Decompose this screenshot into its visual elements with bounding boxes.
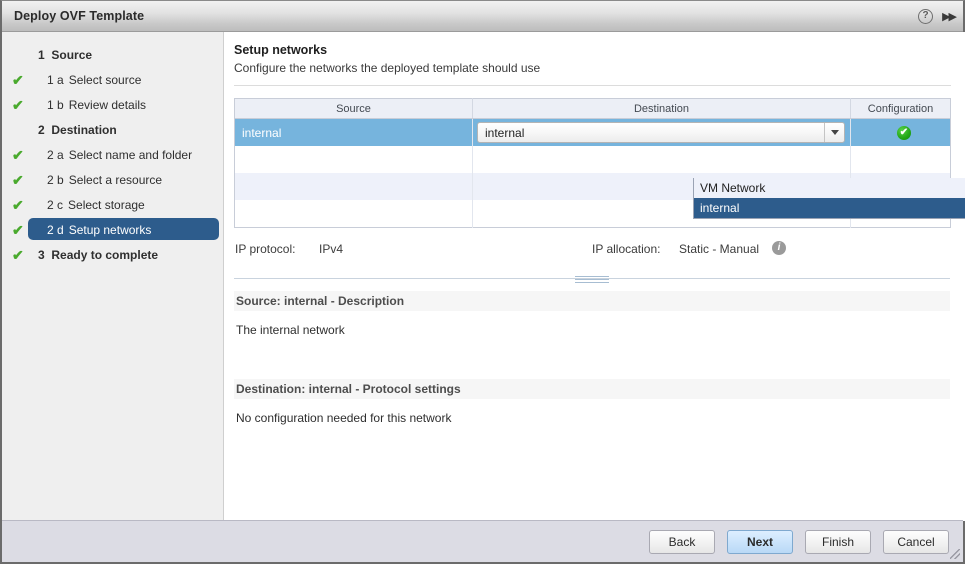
- table-row[interactable]: [234, 146, 951, 173]
- sidebar-item-label: Review details: [68, 97, 147, 112]
- destination-protocol-heading: Destination: internal - Protocol setting…: [234, 379, 950, 399]
- sidebar-item-source[interactable]: 1 Source: [2, 42, 223, 67]
- dialog-body: 1 Source ✔ 1 a Select source ✔ 1 b Review …: [2, 32, 965, 521]
- destination-protocol-body: No configuration needed for this network: [236, 411, 452, 425]
- sidebar-item-review-details[interactable]: ✔ 1 b Review details: [2, 92, 223, 117]
- sidebar-item-label: Source: [51, 47, 93, 62]
- destination-dropdown-list[interactable]: VM Network internal: [693, 178, 965, 219]
- destination-network-dropdown[interactable]: internal: [477, 122, 845, 143]
- sidebar-item-destination[interactable]: 2 Destination: [2, 117, 223, 142]
- step-number: 2: [38, 122, 45, 137]
- step-check-icon: ✔: [12, 146, 24, 163]
- source-description-section: Source: internal - Description The inter…: [234, 291, 951, 337]
- ip-settings-row: IP protocol: IPv4 IP allocation: Static …: [234, 240, 950, 260]
- sidebar-item-ready-to-complete[interactable]: ✔ 3 Ready to complete: [2, 242, 223, 267]
- deploy-ovf-template-dialog: Deploy OVF Template ? ▶▶ 1 Source ✔ 1 a S…: [0, 0, 965, 564]
- ip-allocation-label: IP allocation:: [592, 242, 661, 256]
- column-header-configuration[interactable]: Configuration: [850, 98, 951, 119]
- sidebar-item-label: Select source: [68, 72, 142, 87]
- wizard-steps-sidebar: 1 Source ✔ 1 a Select source ✔ 1 b Review …: [2, 32, 224, 521]
- cancel-button[interactable]: Cancel: [883, 529, 949, 554]
- header-divider: [234, 85, 951, 86]
- splitter-grip-icon[interactable]: [575, 276, 609, 285]
- page-title: Setup networks: [234, 43, 328, 57]
- info-circle-icon[interactable]: i: [772, 241, 786, 255]
- step-number: 3: [38, 247, 45, 262]
- dialog-titlebar: Deploy OVF Template ? ▶▶: [2, 1, 963, 32]
- sidebar-item-label: Setup networks: [68, 222, 152, 237]
- source-description-heading: Source: internal - Description: [234, 291, 950, 311]
- sidebar-item-label: Select a resource: [68, 172, 163, 187]
- dialog-title: Deploy OVF Template: [14, 9, 145, 23]
- step-number: 1: [38, 47, 45, 62]
- sidebar-item-label: Destination: [51, 122, 117, 137]
- step-number: 2 a: [47, 147, 64, 162]
- step-number: 1 a: [47, 72, 64, 87]
- step-number: 2 b: [47, 172, 64, 187]
- resize-grip-icon[interactable]: [950, 549, 960, 559]
- cell-configuration: ✔: [850, 118, 951, 146]
- cell-destination: [472, 146, 851, 173]
- source-description-body: The internal network: [236, 323, 345, 337]
- step-check-icon: ✔: [12, 71, 24, 88]
- step-number: 2 d: [47, 222, 64, 237]
- dropdown-option-internal[interactable]: internal: [694, 198, 965, 218]
- sidebar-item-select-source[interactable]: ✔ 1 a Select source: [2, 67, 223, 92]
- double-chevron-right-icon[interactable]: ▶▶: [942, 10, 957, 23]
- step-number: 2 c: [47, 197, 64, 212]
- step-check-icon: ✔: [12, 196, 24, 213]
- cell-source: [234, 200, 473, 228]
- step-number: 1 b: [47, 97, 64, 112]
- table-header-row: Source Destination Configuration: [234, 98, 951, 119]
- column-header-source[interactable]: Source: [234, 98, 473, 119]
- sidebar-item-select-storage[interactable]: ✔ 2 c Select storage: [2, 192, 223, 217]
- wizard-content-pane: Setup networks Configure the networks th…: [224, 32, 965, 521]
- cell-destination: internal: [472, 118, 851, 146]
- ip-allocation-value: Static - Manual: [679, 242, 760, 256]
- pane-splitter[interactable]: [234, 276, 950, 291]
- destination-protocol-section: Destination: internal - Protocol setting…: [234, 379, 951, 425]
- ip-protocol-value: IPv4: [319, 242, 344, 256]
- dropdown-option-vm-network[interactable]: VM Network: [694, 178, 965, 198]
- back-button[interactable]: Back: [649, 529, 715, 554]
- help-circle-icon[interactable]: ?: [918, 8, 934, 24]
- cell-source: [234, 146, 473, 173]
- step-check-icon: ✔: [12, 96, 24, 113]
- sidebar-item-select-a-resource[interactable]: ✔ 2 b Select a resource: [2, 167, 223, 192]
- dropdown-selected-value: internal: [485, 125, 525, 140]
- ip-protocol-label: IP protocol:: [235, 242, 296, 256]
- next-button[interactable]: Next: [727, 529, 793, 554]
- chevron-down-icon[interactable]: [824, 123, 844, 142]
- cell-source: internal: [234, 118, 473, 146]
- dialog-footer: Back Next Finish Cancel: [2, 520, 963, 562]
- page-subtitle: Configure the networks the deployed temp…: [234, 61, 541, 75]
- titlebar-actions: ? ▶▶: [918, 1, 957, 31]
- sidebar-item-setup-networks[interactable]: ✔ 2 d Setup networks: [2, 217, 223, 242]
- step-check-icon: ✔: [12, 246, 24, 263]
- cell-configuration: [850, 146, 951, 173]
- table-row[interactable]: internal internal ✔: [234, 118, 951, 146]
- sidebar-item-label: Select storage: [68, 197, 145, 212]
- step-check-icon: ✔: [12, 171, 24, 188]
- sidebar-item-label: Ready to complete: [51, 247, 159, 262]
- column-header-destination[interactable]: Destination: [472, 98, 851, 119]
- sidebar-item-label: Select name and folder: [68, 147, 193, 162]
- finish-button[interactable]: Finish: [805, 529, 871, 554]
- sidebar-item-select-name-and-folder[interactable]: ✔ 2 a Select name and folder: [2, 142, 223, 167]
- cell-source: [234, 173, 473, 200]
- status-ok-icon: ✔: [897, 125, 911, 140]
